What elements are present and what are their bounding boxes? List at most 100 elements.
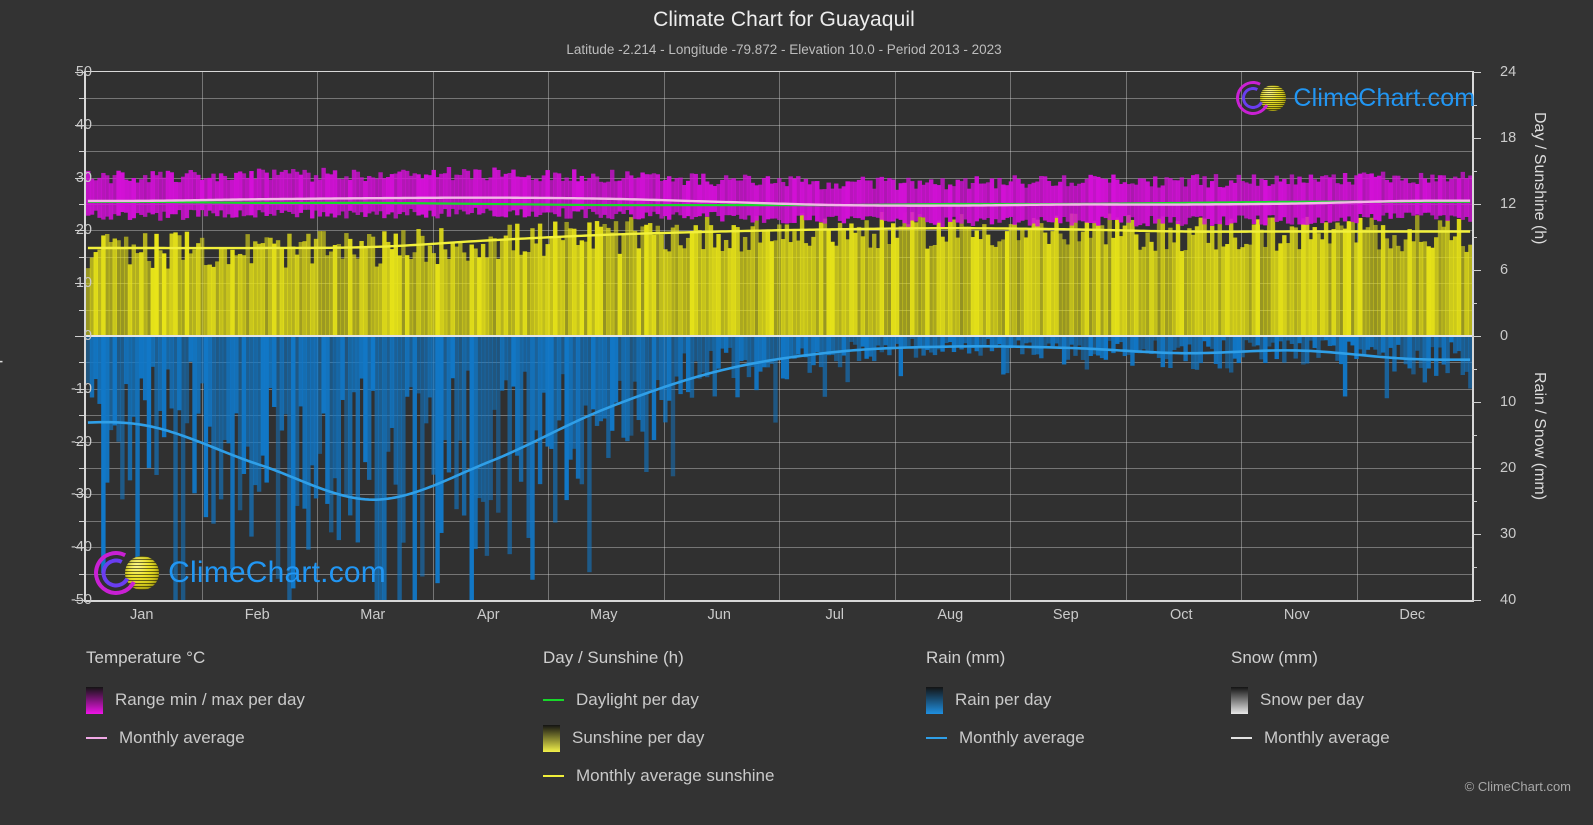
- axis-tick-minor: [1472, 237, 1477, 238]
- legend-item[interactable]: Monthly average: [926, 719, 1085, 757]
- axis-tick-label-temperature: -30: [71, 486, 92, 503]
- axis-tick: [1472, 336, 1481, 337]
- axis-tick: [75, 336, 84, 337]
- axis-tick-label-hours: 6: [1500, 262, 1509, 278]
- legend-item-label: Daylight per day: [576, 690, 699, 709]
- legend-swatch: [543, 699, 564, 701]
- axis-tick-label-month: Oct: [1169, 607, 1193, 623]
- legend-swatch: [86, 686, 103, 714]
- legend-item-label: Monthly average: [1264, 728, 1390, 747]
- legend-heading: Temperature °C: [86, 648, 206, 667]
- axis-tick-minor: [79, 362, 84, 364]
- legend-item[interactable]: Rain per day: [926, 681, 1085, 719]
- axis-tick-label-month: May: [590, 607, 618, 623]
- legend-item[interactable]: Range min / max per day: [86, 681, 305, 719]
- page-subtitle: Latitude -2.214 - Longitude -79.872 - El…: [566, 42, 1002, 57]
- axis-tick-label-temperature: 20: [75, 222, 92, 239]
- axis-tick-minor: [79, 415, 84, 417]
- axis-tick: [1472, 204, 1481, 205]
- axis-tick-label-temperature: 0: [83, 328, 92, 344]
- axis-tick-label-month: Feb: [244, 607, 270, 623]
- axis-tick-label-mm: 10: [1500, 394, 1517, 410]
- axis-tick-label-month: Jun: [707, 607, 731, 623]
- axis-tick: [1472, 138, 1481, 139]
- watermark-logo-top: ClimeChart.com: [1231, 76, 1476, 120]
- legend-swatch: [543, 775, 564, 777]
- axis-tick-minor: [79, 309, 84, 311]
- legend-swatch: [543, 724, 560, 752]
- legend-swatch: [1231, 737, 1252, 739]
- legend-item[interactable]: Snow per day: [1231, 681, 1390, 719]
- legend-items: Rain per day Monthly average: [926, 681, 1085, 757]
- axis-tick: [1472, 468, 1481, 469]
- legend-group-snow: Snow (mm) Snow per day Monthly average: [1231, 648, 1390, 757]
- axis-tick-label-month: Nov: [1283, 607, 1310, 623]
- axis-tick-label-hours: 0: [1500, 328, 1509, 344]
- page-title: Climate Chart for Guayaquil: [653, 8, 915, 31]
- legend-item[interactable]: Monthly average: [1231, 719, 1390, 757]
- axis-tick-label-month: Jul: [825, 607, 845, 623]
- watermark-logo-bottom: ClimeChart.com: [88, 545, 386, 601]
- legend-item[interactable]: Sunshine per day: [543, 719, 774, 757]
- copyright-notice: © ClimeChart.com: [1464, 779, 1571, 794]
- axis-tick-minor: [1472, 435, 1477, 436]
- axis-tick-minor: [79, 98, 84, 100]
- axis-tick-label-month: Apr: [476, 607, 500, 623]
- axis-tick-label-mm: 20: [1500, 460, 1517, 476]
- legend-item-label: Sunshine per day: [572, 728, 705, 747]
- legend-items: Daylight per day Sunshine per day Monthly …: [543, 681, 774, 795]
- axis-tick-minor: [79, 151, 84, 153]
- axis-tick-label-hours: 24: [1500, 64, 1517, 80]
- axis-tick-label-mm: 30: [1500, 526, 1517, 542]
- chart-legend: Temperature °C Range min / max per day Mo…: [0, 648, 1593, 825]
- legend-heading: Snow (mm): [1231, 648, 1318, 667]
- axis-tick-minor: [79, 256, 84, 258]
- axis-tick-minor: [1472, 501, 1477, 502]
- axis-tick-label-temperature: -10: [71, 380, 92, 397]
- logo-ring-icon: [1231, 76, 1275, 120]
- axis-tick: [1472, 600, 1481, 601]
- axis-tick-label-temperature: -20: [71, 433, 92, 450]
- axis-tick-label-hours: 12: [1500, 196, 1517, 212]
- legend-group-temperature: Temperature °C Range min / max per day Mo…: [86, 648, 305, 757]
- legend-item[interactable]: Daylight per day: [543, 681, 774, 719]
- legend-item[interactable]: Monthly average: [86, 719, 305, 757]
- axis-tick-minor: [79, 520, 84, 522]
- legend-item-label: Monthly average: [119, 728, 245, 747]
- axis-title-rain-snow: Rain / Snow (mm): [1531, 372, 1548, 501]
- axis-tick-minor: [79, 468, 84, 469]
- legend-group-rain: Rain (mm) Rain per day Monthly average: [926, 648, 1085, 757]
- logo-text: ClimeChart.com: [168, 556, 386, 589]
- axis-tick-label-temperature: 40: [75, 116, 92, 133]
- legend-item-label: Monthly average: [959, 728, 1085, 747]
- axis-title-day-sunshine: Day / Sunshine (h): [1531, 112, 1548, 245]
- axis-tick: [1472, 72, 1481, 73]
- axis-tick-label-temperature: 50: [75, 64, 92, 80]
- legend-item-label: Monthly average sunshine: [576, 766, 775, 785]
- plot-bottom-border: [84, 600, 1474, 602]
- legend-item[interactable]: Monthly average sunshine: [543, 757, 774, 795]
- legend-swatch: [86, 737, 107, 739]
- climate-chart-page: Climate Chart for Guayaquil Latitude -2.…: [0, 0, 1593, 825]
- axis-tick-label-temperature: 10: [75, 275, 92, 292]
- axis-tick-label-temperature: 30: [75, 169, 92, 186]
- legend-swatch: [926, 686, 943, 714]
- legend-item-label: Snow per day: [1260, 690, 1364, 709]
- logo-text: ClimeChart.com: [1293, 83, 1476, 112]
- legend-group-sunshine: Day / Sunshine (h) Daylight per day Sunsh…: [543, 648, 774, 795]
- legend-swatch: [1231, 686, 1248, 714]
- axis-tick-label-month: Aug: [937, 607, 964, 623]
- axis-tick-label-hours: 18: [1500, 130, 1517, 146]
- axis-tick-label-month: Dec: [1399, 607, 1426, 623]
- axis-tick-label-mm: 40: [1500, 592, 1517, 608]
- axis-tick-label-month: Jan: [130, 607, 154, 623]
- legend-item-label: Range min / max per day: [115, 690, 305, 709]
- axis-tick-label-month: Mar: [360, 607, 386, 623]
- axis-tick: [1472, 402, 1481, 403]
- axis-tick: [1472, 270, 1481, 271]
- axis-title-temperature: Temperature °C: [0, 276, 3, 396]
- legend-heading: Day / Sunshine (h): [543, 648, 684, 667]
- legend-items: Range min / max per day Monthly average: [86, 681, 305, 757]
- axis-tick-minor: [1472, 303, 1477, 304]
- plot-area: [84, 72, 1474, 600]
